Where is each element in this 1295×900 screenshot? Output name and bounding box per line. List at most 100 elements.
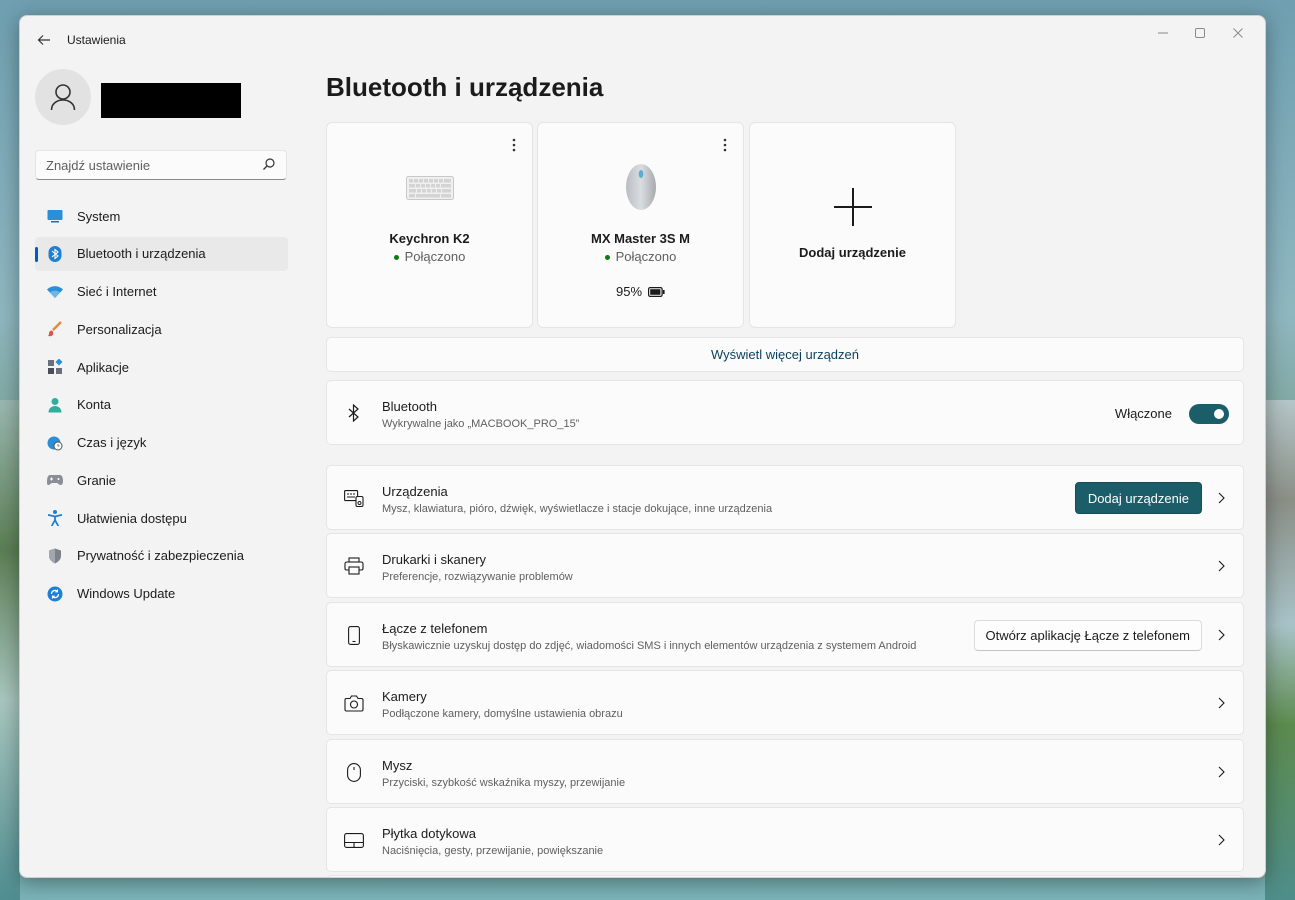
- row-title: Bluetooth: [382, 399, 437, 414]
- row-title: Kamery: [382, 689, 427, 704]
- title-bar: Ustawienia: [20, 16, 1265, 62]
- sidebar-item-network[interactable]: Sieć i Internet: [35, 275, 288, 309]
- wallpaper-right: [1265, 400, 1295, 900]
- mouse-icon: [344, 762, 364, 782]
- row-title: Łącze z telefonem: [382, 621, 488, 636]
- sidebar-item-apps[interactable]: Aplikacje: [35, 350, 288, 384]
- sidebar-item-privacy[interactable]: Prywatność i zabezpieczenia: [35, 539, 288, 573]
- chevron-right-icon[interactable]: [1216, 832, 1226, 848]
- sidebar-item-windows-update[interactable]: Windows Update: [35, 577, 288, 611]
- sidebar-item-label: Aplikacje: [77, 359, 130, 375]
- row-subtitle: Błyskawicznie uzyskuj dostęp do zdjęć, w…: [382, 640, 917, 652]
- chevron-right-icon[interactable]: [1216, 558, 1226, 574]
- chevron-right-icon[interactable]: [1216, 627, 1226, 643]
- sidebar-item-accounts[interactable]: Konta: [35, 388, 288, 422]
- row-title: Urządzenia: [382, 484, 448, 499]
- search-icon[interactable]: [262, 157, 276, 171]
- page-title: Bluetooth i urządzenia: [326, 72, 604, 102]
- toggle-state-label: Włączone: [1114, 406, 1172, 421]
- more-vertical-icon: [723, 138, 727, 152]
- close-button[interactable]: [1223, 22, 1253, 44]
- sidebar-item-bluetooth[interactable]: Bluetooth i urządzenia: [35, 236, 288, 271]
- toggle-knob: [1214, 409, 1224, 419]
- sidebar-item-accessibility[interactable]: Ułatwienia dostępu: [35, 501, 288, 535]
- connected-dot-icon: [604, 255, 610, 261]
- shield-icon: [47, 548, 63, 564]
- phone-icon: [344, 625, 364, 645]
- update-icon: [47, 586, 63, 602]
- row-subtitle: Wykrywalne jako „MACBOOK_PRO_15”: [382, 418, 580, 430]
- battery-icon: [648, 286, 665, 297]
- row-subtitle: Naciśnięcia, gesty, przewijanie, powięks…: [382, 845, 604, 857]
- chevron-right-icon[interactable]: [1216, 764, 1226, 780]
- next-row-partial: [326, 875, 1244, 877]
- sidebar-item-label: Personalizacja: [77, 321, 162, 337]
- row-subtitle: Preferencje, rozwiązywanie problemów: [382, 571, 573, 583]
- redacted-username: [101, 83, 241, 118]
- minimize-button[interactable]: [1148, 22, 1178, 44]
- device-card-mouse[interactable]: MX Master 3S M Połączono 95%: [537, 122, 744, 328]
- row-subtitle: Mysz, klawiatura, pióro, dźwięk, wyświet…: [382, 503, 773, 515]
- sidebar-item-label: Konta: [77, 397, 111, 413]
- sidebar-item-label: Windows Update: [77, 586, 176, 601]
- more-options-button[interactable]: [717, 135, 733, 155]
- arrow-left-icon: [37, 35, 50, 45]
- search-input[interactable]: Znajdź ustawienie: [46, 158, 150, 173]
- search-box[interactable]: Znajdź ustawienie: [35, 150, 287, 180]
- more-vertical-icon: [512, 138, 516, 152]
- monitor-icon: [47, 208, 63, 224]
- chevron-right-icon[interactable]: [1216, 490, 1226, 506]
- gamepad-icon: [47, 472, 63, 488]
- sidebar-item-gaming[interactable]: Granie: [35, 463, 288, 497]
- sidebar-item-label: Granie: [77, 472, 117, 488]
- row-subtitle: Przyciski, szybkość wskaźnika myszy, prz…: [382, 777, 626, 789]
- bluetooth-toggle[interactable]: [1189, 404, 1229, 424]
- sidebar-item-system[interactable]: System: [35, 199, 288, 233]
- sidebar-item-label: Sieć i Internet: [77, 284, 157, 299]
- devices-row[interactable]: Urządzenia Mysz, klawiatura, pióro, dźwi…: [326, 465, 1244, 530]
- wallpaper-left: [0, 400, 20, 900]
- avatar[interactable]: [35, 69, 91, 125]
- more-options-button[interactable]: [506, 135, 522, 155]
- globe-clock-icon: [47, 435, 63, 451]
- maximize-button[interactable]: [1185, 22, 1215, 44]
- plus-icon: [750, 188, 955, 226]
- sidebar-item-personalization[interactable]: Personalizacja: [35, 312, 288, 346]
- bluetooth-icon: [344, 403, 364, 423]
- printer-icon: [344, 556, 364, 576]
- phone-link-row[interactable]: Łącze z telefonem Błyskawicznie uzyskuj …: [326, 602, 1244, 667]
- sidebar-item-label: Bluetooth i urządzenia: [77, 246, 206, 262]
- cameras-row[interactable]: Kamery Podłączone kamery, domyślne ustaw…: [326, 670, 1244, 735]
- row-subtitle: Podłączone kamery, domyślne ustawienia o…: [382, 708, 623, 720]
- device-status-text: Połączono: [615, 249, 677, 264]
- chevron-right-icon[interactable]: [1216, 695, 1226, 711]
- device-card-keyboard[interactable]: Keychron K2 Połączono: [326, 122, 533, 328]
- device-status: Połączono: [327, 249, 532, 264]
- touchpad-row[interactable]: Płytka dotykowa Naciśnięcia, gesty, prze…: [326, 807, 1244, 872]
- mouse-row[interactable]: Mysz Przyciski, szybkość wskaźnika myszy…: [326, 739, 1244, 804]
- accessibility-icon: [47, 510, 63, 526]
- open-phone-link-button[interactable]: Otwórz aplikację Łącze z telefonem: [973, 620, 1202, 651]
- devices-icon: [344, 488, 364, 508]
- minimize-icon: [1158, 32, 1168, 34]
- device-name: MX Master 3S M: [591, 231, 690, 246]
- more-devices-button[interactable]: Wyświetl więcej urządzeń: [326, 337, 1244, 372]
- brush-icon: [47, 321, 63, 337]
- device-name: Keychron K2: [389, 231, 470, 246]
- sidebar-item-time-language[interactable]: Czas i język: [35, 426, 288, 460]
- sidebar-item-label: Ułatwienia dostępu: [77, 510, 187, 526]
- person-icon: [47, 397, 63, 413]
- sidebar-item-label: Prywatność i zabezpieczenia: [77, 548, 244, 564]
- maximize-icon: [1195, 28, 1205, 38]
- app-title: Ustawienia: [67, 33, 126, 47]
- add-device-card[interactable]: Dodaj urządzenie: [749, 122, 956, 328]
- mouse-device-icon: [538, 161, 743, 213]
- connected-dot-icon: [393, 255, 399, 261]
- device-status-text: Połączono: [404, 249, 466, 264]
- device-status: Połączono: [538, 249, 743, 264]
- add-device-button[interactable]: Dodaj urządzenie: [1074, 482, 1202, 514]
- printers-row[interactable]: Drukarki i skanery Preferencje, rozwiązy…: [326, 533, 1244, 598]
- sidebar-item-label: Czas i język: [77, 435, 147, 450]
- touchpad-icon: [344, 830, 364, 850]
- back-button[interactable]: [32, 28, 56, 52]
